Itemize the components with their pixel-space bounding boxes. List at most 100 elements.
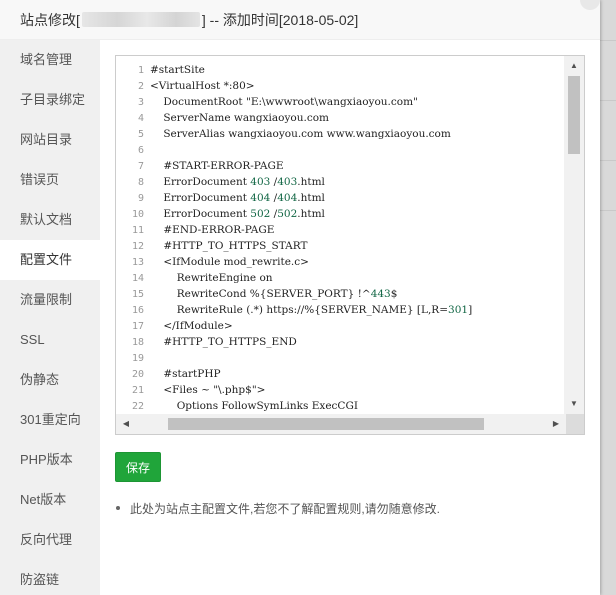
line-number: 19 bbox=[131, 353, 144, 364]
note-text: 此处为站点主配置文件,若您不了解配置规则,请勿随意修改. bbox=[130, 502, 441, 516]
line-text: ServerAlias wangxiaoyou.com www.wangxiao… bbox=[150, 128, 451, 140]
line-text: ServerName wangxiaoyou.com bbox=[150, 112, 330, 124]
line-text: ErrorDocument 404 /404.html bbox=[150, 192, 325, 204]
vertical-scrollbar[interactable]: ▲ ▼ bbox=[564, 56, 584, 414]
line-number: 1 bbox=[137, 65, 144, 76]
bullet-icon bbox=[116, 506, 120, 510]
code-line: 15 RewriteCond %{SERVER_PORT} !^443$ bbox=[116, 286, 563, 302]
number-token: 403 bbox=[250, 176, 271, 188]
config-note: 此处为站点主配置文件,若您不了解配置规则,请勿随意修改. bbox=[116, 500, 440, 517]
line-text: <VirtualHost *:80> bbox=[150, 80, 255, 92]
horizontal-scroll-thumb[interactable] bbox=[168, 418, 484, 430]
sidebar-item[interactable]: 域名管理 bbox=[0, 40, 100, 80]
line-text: RewriteEngine on bbox=[150, 272, 273, 284]
number-token: 502 bbox=[250, 208, 271, 220]
line-text: #HTTP_TO_HTTPS_END bbox=[150, 336, 297, 348]
code-line: 14 RewriteEngine on bbox=[116, 270, 563, 286]
code-line: 16 RewriteRule (.*) https://%{SERVER_NAM… bbox=[116, 302, 563, 318]
line-text: ErrorDocument 403 /403.html bbox=[150, 176, 325, 188]
number-token: 502 bbox=[277, 208, 298, 220]
number-token: 404 bbox=[277, 192, 298, 204]
sidebar-item[interactable]: 流量限制 bbox=[0, 280, 100, 320]
line-number: 22 bbox=[131, 401, 144, 412]
line-number: 21 bbox=[131, 385, 144, 396]
sidebar-item[interactable]: 错误页 bbox=[0, 160, 100, 200]
number-token: 403 bbox=[277, 176, 298, 188]
line-number: 6 bbox=[137, 145, 144, 156]
dialog-titlebar: 站点修改[ ] -- 添加时间[2018-05-02] bbox=[0, 0, 600, 40]
code-line: 21 <Files ~ "\.php$"> bbox=[116, 382, 563, 398]
scroll-left-arrow-icon[interactable]: ◀ bbox=[118, 414, 134, 434]
code-line: 17 </IfModule> bbox=[116, 318, 563, 334]
code-line: 1 #startSite bbox=[116, 62, 563, 78]
line-number: 5 bbox=[137, 129, 144, 140]
sidebar-item[interactable]: 伪静态 bbox=[0, 360, 100, 400]
sidebar-item[interactable]: 配置文件 bbox=[0, 240, 100, 280]
title-prefix: 站点修改[ bbox=[20, 12, 80, 28]
sidebar-item[interactable]: PHP版本 bbox=[0, 440, 100, 480]
line-number: 20 bbox=[131, 369, 144, 380]
sidebar-item[interactable]: SSL bbox=[0, 320, 100, 360]
line-number: 8 bbox=[137, 177, 144, 188]
sidebar-item[interactable]: 反向代理 bbox=[0, 520, 100, 560]
scroll-right-arrow-icon[interactable]: ▶ bbox=[548, 414, 564, 434]
code-line: 4 ServerName wangxiaoyou.com bbox=[116, 110, 563, 126]
line-text: #startPHP bbox=[150, 368, 221, 380]
site-settings-dialog: 站点修改[ ] -- 添加时间[2018-05-02] 域名管理 子目录绑定 网站目录… bbox=[0, 0, 600, 595]
line-number: 10 bbox=[131, 209, 144, 220]
line-number: 11 bbox=[131, 225, 144, 236]
title-suffix: ] -- 添加时间[2018-05-02] bbox=[201, 12, 359, 28]
line-text: #START-ERROR-PAGE bbox=[150, 160, 284, 172]
scroll-down-arrow-icon[interactable]: ▼ bbox=[564, 396, 584, 412]
sidebar-item[interactable]: 子目录绑定 bbox=[0, 80, 100, 120]
line-number: 3 bbox=[137, 97, 144, 108]
line-number: 18 bbox=[131, 337, 144, 348]
line-text: DocumentRoot "E:\wwwroot\wangxiaoyou.com… bbox=[150, 96, 418, 108]
line-text: ErrorDocument 502 /502.html bbox=[150, 208, 325, 220]
line-text: Options FollowSymLinks ExecCGI bbox=[150, 400, 358, 412]
code-line: 9 ErrorDocument 404 /404.html bbox=[116, 190, 563, 206]
code-line: 22 Options FollowSymLinks ExecCGI bbox=[116, 398, 563, 414]
code-line: 12 #HTTP_TO_HTTPS_START bbox=[116, 238, 563, 254]
sidebar-item[interactable]: 301重定向 bbox=[0, 400, 100, 440]
scroll-up-arrow-icon[interactable]: ▲ bbox=[564, 58, 584, 74]
background-page bbox=[600, 0, 616, 595]
code-line: 2 <VirtualHost *:80> bbox=[116, 78, 563, 94]
sidebar-item[interactable]: 默认文档 bbox=[0, 200, 100, 240]
scrollbar-corner bbox=[566, 414, 584, 434]
line-text: RewriteCond %{SERVER_PORT} !^443$ bbox=[150, 288, 398, 300]
line-text: #END-ERROR-PAGE bbox=[150, 224, 275, 236]
line-number: 16 bbox=[131, 305, 144, 316]
sidebar-item[interactable]: Net版本 bbox=[0, 480, 100, 520]
vertical-scroll-thumb[interactable] bbox=[568, 76, 580, 154]
code-line: 10 ErrorDocument 502 /502.html bbox=[116, 206, 563, 222]
code-line: 3 DocumentRoot "E:\wwwroot\wangxiaoyou.c… bbox=[116, 94, 563, 110]
line-number: 15 bbox=[131, 289, 144, 300]
code-line: 13 <IfModule mod_rewrite.c> bbox=[116, 254, 563, 270]
settings-sidebar: 域名管理 子目录绑定 网站目录 错误页 默认文档 配置文件 流量限制 SSL 伪静态 301重定向… bbox=[0, 40, 100, 595]
dialog-title: 站点修改[ ] -- 添加时间[2018-05-02] bbox=[20, 11, 358, 29]
sidebar-item[interactable]: 防盗链 bbox=[0, 560, 100, 595]
line-number: 13 bbox=[131, 257, 144, 268]
code-line: 19 bbox=[116, 350, 563, 366]
number-token: 404 bbox=[250, 192, 271, 204]
code-area[interactable]: 1 #startSite 2 <VirtualHost *:80> 3 Document… bbox=[116, 56, 563, 414]
code-line: 5 ServerAlias wangxiaoyou.com www.wangxi… bbox=[116, 126, 563, 142]
sidebar-item[interactable]: 网站目录 bbox=[0, 120, 100, 160]
save-button[interactable]: 保存 bbox=[115, 452, 161, 482]
code-line: 7 #START-ERROR-PAGE bbox=[116, 158, 563, 174]
line-text: #startSite bbox=[150, 64, 205, 76]
line-number: 2 bbox=[137, 81, 144, 92]
number-token: 443 bbox=[370, 288, 391, 300]
horizontal-scrollbar[interactable]: ◀ ▶ bbox=[116, 414, 566, 434]
line-text: RewriteRule (.*) https://%{SERVER_NAME} … bbox=[150, 304, 473, 316]
line-number: 14 bbox=[131, 273, 144, 284]
line-text: </IfModule> bbox=[150, 320, 233, 332]
line-number: 12 bbox=[131, 241, 144, 252]
line-number: 17 bbox=[131, 321, 144, 332]
config-editor[interactable]: 1 #startSite 2 <VirtualHost *:80> 3 Document… bbox=[115, 55, 585, 435]
line-number: 4 bbox=[137, 113, 144, 124]
close-icon[interactable] bbox=[580, 0, 600, 10]
code-line: 6 bbox=[116, 142, 563, 158]
line-text: #HTTP_TO_HTTPS_START bbox=[150, 240, 308, 252]
